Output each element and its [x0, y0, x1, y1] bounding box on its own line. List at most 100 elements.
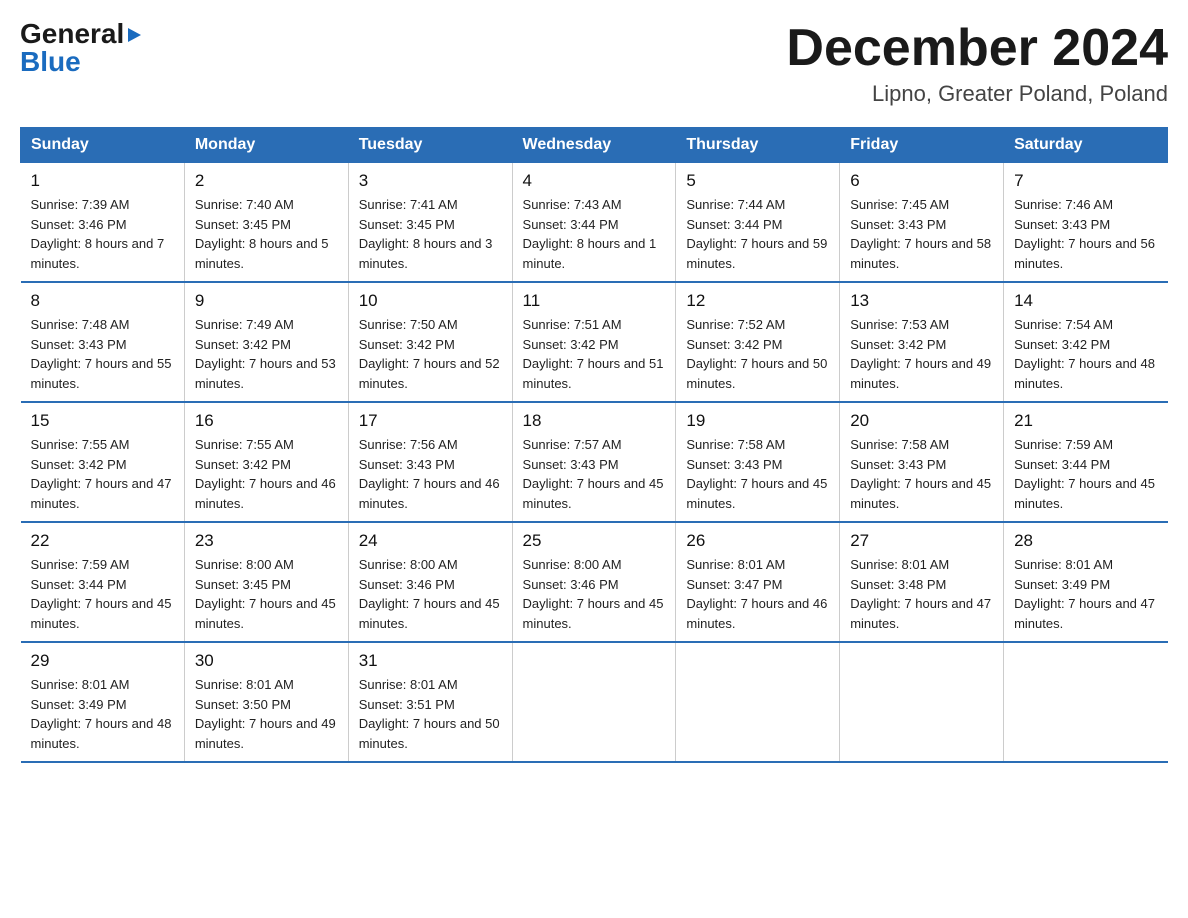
header-monday: Monday [184, 128, 348, 163]
calendar-cell: 13 Sunrise: 7:53 AM Sunset: 3:42 PM Dayl… [840, 282, 1004, 402]
day-number: 17 [359, 411, 502, 431]
day-number: 27 [850, 531, 993, 551]
calendar-cell: 7 Sunrise: 7:46 AM Sunset: 3:43 PM Dayli… [1004, 163, 1168, 283]
calendar-cell: 28 Sunrise: 8:01 AM Sunset: 3:49 PM Dayl… [1004, 522, 1168, 642]
header-thursday: Thursday [676, 128, 840, 163]
day-number: 25 [523, 531, 666, 551]
calendar-cell: 5 Sunrise: 7:44 AM Sunset: 3:44 PM Dayli… [676, 163, 840, 283]
calendar-cell: 2 Sunrise: 7:40 AM Sunset: 3:45 PM Dayli… [184, 163, 348, 283]
day-info: Sunrise: 7:54 AM Sunset: 3:42 PM Dayligh… [1014, 315, 1157, 393]
calendar-cell: 11 Sunrise: 7:51 AM Sunset: 3:42 PM Dayl… [512, 282, 676, 402]
day-number: 12 [686, 291, 829, 311]
calendar-cell: 25 Sunrise: 8:00 AM Sunset: 3:46 PM Dayl… [512, 522, 676, 642]
calendar-cell [512, 642, 676, 762]
day-info: Sunrise: 8:00 AM Sunset: 3:45 PM Dayligh… [195, 555, 338, 633]
title-area: December 2024 Lipno, Greater Poland, Pol… [786, 20, 1168, 107]
calendar-cell: 8 Sunrise: 7:48 AM Sunset: 3:43 PM Dayli… [21, 282, 185, 402]
day-info: Sunrise: 7:56 AM Sunset: 3:43 PM Dayligh… [359, 435, 502, 513]
header-saturday: Saturday [1004, 128, 1168, 163]
day-info: Sunrise: 7:55 AM Sunset: 3:42 PM Dayligh… [195, 435, 338, 513]
calendar-week-row: 15 Sunrise: 7:55 AM Sunset: 3:42 PM Dayl… [21, 402, 1168, 522]
calendar-cell: 23 Sunrise: 8:00 AM Sunset: 3:45 PM Dayl… [184, 522, 348, 642]
day-info: Sunrise: 7:46 AM Sunset: 3:43 PM Dayligh… [1014, 195, 1157, 273]
calendar-table: Sunday Monday Tuesday Wednesday Thursday… [20, 127, 1168, 763]
day-info: Sunrise: 7:51 AM Sunset: 3:42 PM Dayligh… [523, 315, 666, 393]
calendar-cell [840, 642, 1004, 762]
day-info: Sunrise: 7:52 AM Sunset: 3:42 PM Dayligh… [686, 315, 829, 393]
header-friday: Friday [840, 128, 1004, 163]
month-title: December 2024 [786, 20, 1168, 77]
day-number: 29 [31, 651, 174, 671]
day-info: Sunrise: 7:40 AM Sunset: 3:45 PM Dayligh… [195, 195, 338, 273]
day-info: Sunrise: 7:58 AM Sunset: 3:43 PM Dayligh… [686, 435, 829, 513]
day-info: Sunrise: 7:58 AM Sunset: 3:43 PM Dayligh… [850, 435, 993, 513]
day-info: Sunrise: 7:53 AM Sunset: 3:42 PM Dayligh… [850, 315, 993, 393]
calendar-cell: 3 Sunrise: 7:41 AM Sunset: 3:45 PM Dayli… [348, 163, 512, 283]
day-number: 1 [31, 171, 174, 191]
day-info: Sunrise: 7:55 AM Sunset: 3:42 PM Dayligh… [31, 435, 174, 513]
logo-triangle-icon [128, 28, 141, 42]
day-info: Sunrise: 7:57 AM Sunset: 3:43 PM Dayligh… [523, 435, 666, 513]
day-info: Sunrise: 7:44 AM Sunset: 3:44 PM Dayligh… [686, 195, 829, 273]
calendar-cell: 4 Sunrise: 7:43 AM Sunset: 3:44 PM Dayli… [512, 163, 676, 283]
day-number: 9 [195, 291, 338, 311]
day-info: Sunrise: 8:01 AM Sunset: 3:49 PM Dayligh… [31, 675, 174, 753]
calendar-cell: 31 Sunrise: 8:01 AM Sunset: 3:51 PM Dayl… [348, 642, 512, 762]
calendar-cell: 17 Sunrise: 7:56 AM Sunset: 3:43 PM Dayl… [348, 402, 512, 522]
day-number: 18 [523, 411, 666, 431]
calendar-cell: 24 Sunrise: 8:00 AM Sunset: 3:46 PM Dayl… [348, 522, 512, 642]
logo: General Blue [20, 20, 141, 76]
header-wednesday: Wednesday [512, 128, 676, 163]
calendar-cell: 1 Sunrise: 7:39 AM Sunset: 3:46 PM Dayli… [21, 163, 185, 283]
calendar-cell [676, 642, 840, 762]
calendar-cell: 6 Sunrise: 7:45 AM Sunset: 3:43 PM Dayli… [840, 163, 1004, 283]
calendar-cell: 19 Sunrise: 7:58 AM Sunset: 3:43 PM Dayl… [676, 402, 840, 522]
day-info: Sunrise: 8:00 AM Sunset: 3:46 PM Dayligh… [523, 555, 666, 633]
day-number: 2 [195, 171, 338, 191]
day-number: 26 [686, 531, 829, 551]
day-number: 11 [523, 291, 666, 311]
day-info: Sunrise: 7:43 AM Sunset: 3:44 PM Dayligh… [523, 195, 666, 273]
day-number: 20 [850, 411, 993, 431]
day-info: Sunrise: 8:01 AM Sunset: 3:48 PM Dayligh… [850, 555, 993, 633]
day-info: Sunrise: 7:59 AM Sunset: 3:44 PM Dayligh… [31, 555, 174, 633]
day-info: Sunrise: 7:59 AM Sunset: 3:44 PM Dayligh… [1014, 435, 1157, 513]
day-number: 7 [1014, 171, 1157, 191]
day-number: 23 [195, 531, 338, 551]
day-number: 14 [1014, 291, 1157, 311]
day-info: Sunrise: 7:45 AM Sunset: 3:43 PM Dayligh… [850, 195, 993, 273]
header-tuesday: Tuesday [348, 128, 512, 163]
header: General Blue December 2024 Lipno, Greate… [20, 20, 1168, 107]
calendar-cell: 9 Sunrise: 7:49 AM Sunset: 3:42 PM Dayli… [184, 282, 348, 402]
day-number: 19 [686, 411, 829, 431]
day-info: Sunrise: 7:48 AM Sunset: 3:43 PM Dayligh… [31, 315, 174, 393]
weekday-header-row: Sunday Monday Tuesday Wednesday Thursday… [21, 128, 1168, 163]
day-info: Sunrise: 7:41 AM Sunset: 3:45 PM Dayligh… [359, 195, 502, 273]
calendar-cell: 26 Sunrise: 8:01 AM Sunset: 3:47 PM Dayl… [676, 522, 840, 642]
day-number: 8 [31, 291, 174, 311]
day-number: 15 [31, 411, 174, 431]
calendar-cell: 10 Sunrise: 7:50 AM Sunset: 3:42 PM Dayl… [348, 282, 512, 402]
day-info: Sunrise: 7:49 AM Sunset: 3:42 PM Dayligh… [195, 315, 338, 393]
calendar-cell: 29 Sunrise: 8:01 AM Sunset: 3:49 PM Dayl… [21, 642, 185, 762]
calendar-cell [1004, 642, 1168, 762]
calendar-cell: 21 Sunrise: 7:59 AM Sunset: 3:44 PM Dayl… [1004, 402, 1168, 522]
day-number: 3 [359, 171, 502, 191]
day-number: 5 [686, 171, 829, 191]
day-info: Sunrise: 8:01 AM Sunset: 3:50 PM Dayligh… [195, 675, 338, 753]
day-number: 10 [359, 291, 502, 311]
day-number: 31 [359, 651, 502, 671]
day-number: 21 [1014, 411, 1157, 431]
day-number: 16 [195, 411, 338, 431]
calendar-week-row: 29 Sunrise: 8:01 AM Sunset: 3:49 PM Dayl… [21, 642, 1168, 762]
calendar-week-row: 1 Sunrise: 7:39 AM Sunset: 3:46 PM Dayli… [21, 163, 1168, 283]
logo-general-text: General [20, 20, 124, 48]
day-number: 6 [850, 171, 993, 191]
calendar-cell: 15 Sunrise: 7:55 AM Sunset: 3:42 PM Dayl… [21, 402, 185, 522]
header-sunday: Sunday [21, 128, 185, 163]
calendar-cell: 30 Sunrise: 8:01 AM Sunset: 3:50 PM Dayl… [184, 642, 348, 762]
logo-blue-text: Blue [20, 48, 81, 76]
day-info: Sunrise: 8:01 AM Sunset: 3:47 PM Dayligh… [686, 555, 829, 633]
calendar-cell: 18 Sunrise: 7:57 AM Sunset: 3:43 PM Dayl… [512, 402, 676, 522]
calendar-cell: 16 Sunrise: 7:55 AM Sunset: 3:42 PM Dayl… [184, 402, 348, 522]
